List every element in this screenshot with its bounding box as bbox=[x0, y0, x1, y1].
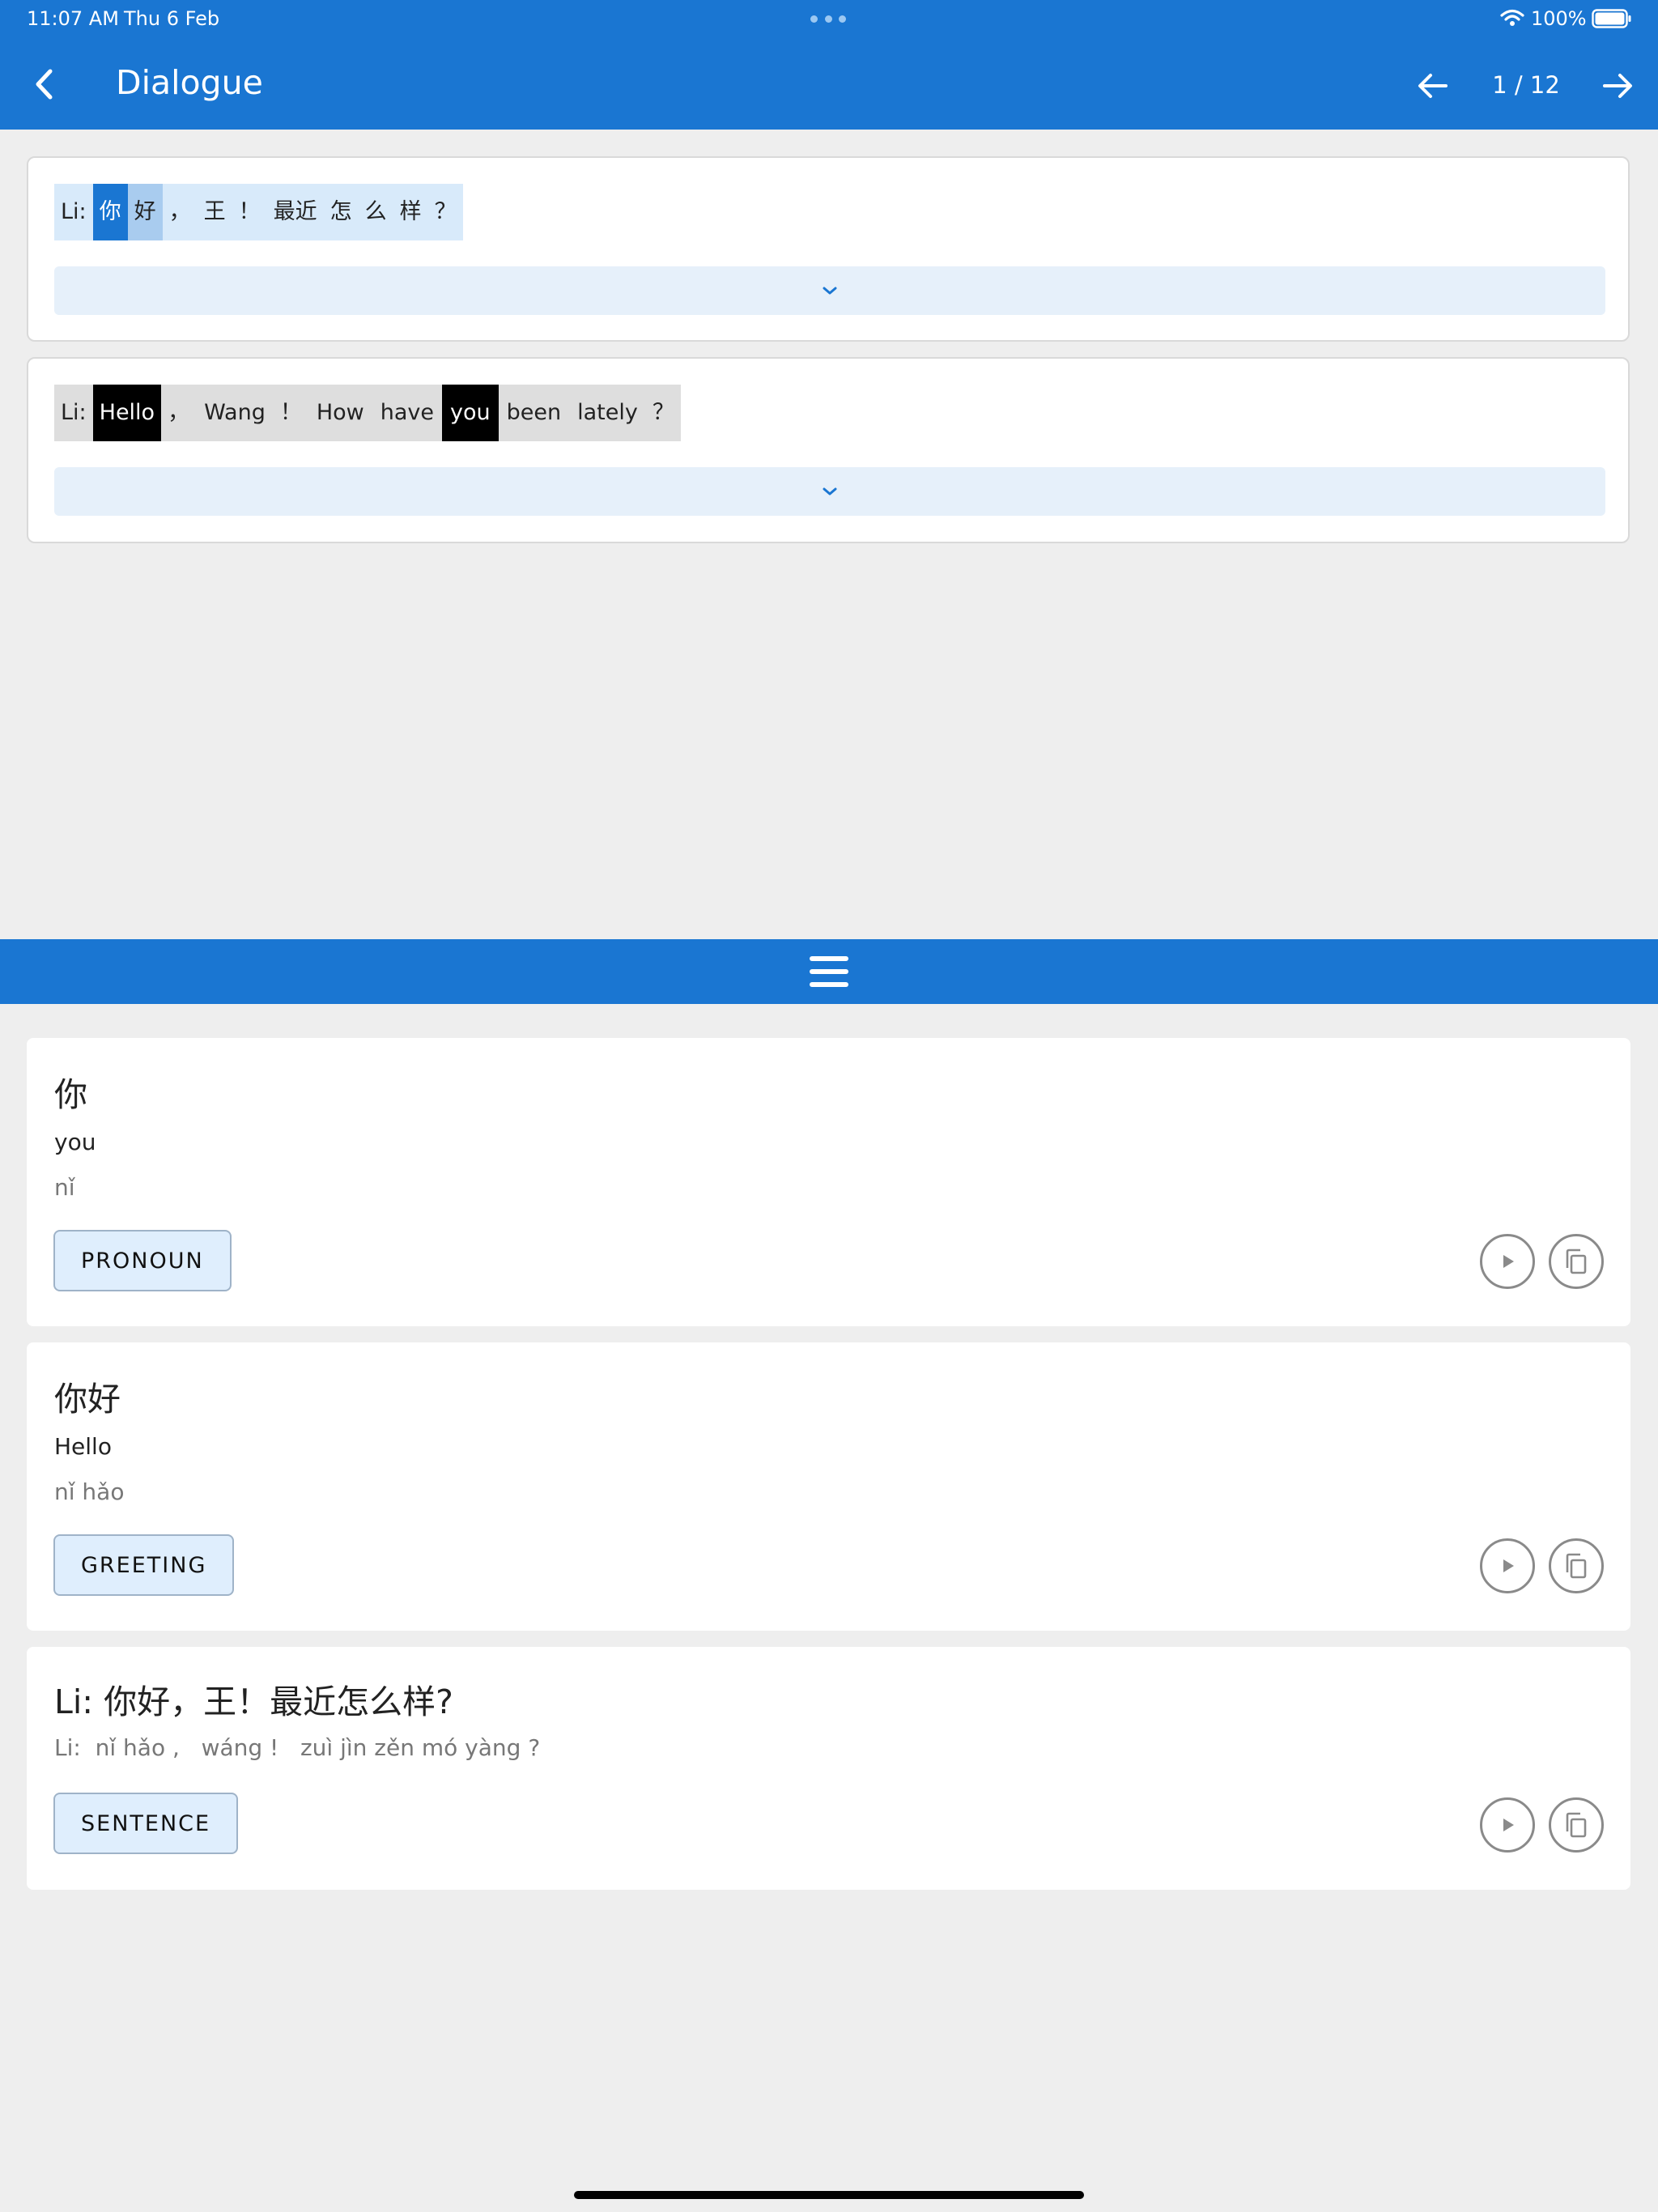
copy-button[interactable] bbox=[1549, 1538, 1604, 1593]
greeting-chip[interactable]: GREETING bbox=[53, 1534, 235, 1596]
copy-button[interactable] bbox=[1549, 1234, 1604, 1289]
word-token-lately[interactable]: lately bbox=[569, 385, 646, 441]
english-token-row: Li: Hello ， Wang ！ How have you been lat… bbox=[54, 385, 681, 441]
word-pinyin: nǐ bbox=[54, 1174, 75, 1201]
word-token-me[interactable]: 么 bbox=[359, 184, 393, 240]
panel-splitter-handle[interactable] bbox=[0, 939, 1658, 1004]
word-meaning: you bbox=[54, 1129, 96, 1155]
status-time: 11:07 AM bbox=[27, 7, 119, 30]
sentence-card: Li: 你好，王！最近怎么样? Li: nǐ hǎo , wáng ! zuì … bbox=[27, 1647, 1630, 1890]
app-header: 11:07 AM Thu 6 Feb 100% Dialogue 1 / 12 bbox=[0, 0, 1658, 130]
word-hanzi: 你 bbox=[54, 1075, 87, 1114]
word-token-hao[interactable]: 好 bbox=[127, 184, 163, 240]
battery-icon bbox=[1592, 9, 1631, 28]
arrow-left-icon bbox=[1418, 74, 1448, 98]
arrow-right-icon bbox=[1603, 74, 1632, 98]
punct-token[interactable]: ？ bbox=[428, 184, 463, 240]
word-hanzi: 你好 bbox=[54, 1380, 121, 1419]
chinese-token-row: Li: 你 好 ， 王 ！ 最近 怎 么 样 ？ bbox=[54, 184, 463, 240]
wifi-icon bbox=[1500, 9, 1524, 26]
word-token-zuijin[interactable]: 最近 bbox=[267, 184, 324, 240]
punct-token[interactable]: ！ bbox=[232, 184, 267, 240]
copy-icon bbox=[1566, 1249, 1587, 1274]
punct-token[interactable]: ？ bbox=[646, 385, 681, 441]
english-sentence-card: Li: Hello ， Wang ！ How have you been lat… bbox=[27, 357, 1630, 543]
copy-icon bbox=[1566, 1812, 1587, 1838]
play-icon bbox=[1503, 1819, 1514, 1831]
back-button[interactable] bbox=[24, 62, 70, 107]
page-title: Dialogue bbox=[116, 63, 263, 102]
previous-page-button[interactable] bbox=[1412, 65, 1454, 107]
pronoun-chip[interactable]: PRONOUN bbox=[53, 1230, 232, 1291]
expand-chinese-button[interactable] bbox=[54, 266, 1605, 315]
word-card-ni: 你 you nǐ PRONOUN bbox=[27, 1038, 1630, 1326]
chevron-down-icon bbox=[823, 487, 837, 496]
word-token-hello[interactable]: Hello bbox=[92, 385, 162, 441]
copy-icon bbox=[1566, 1553, 1587, 1579]
word-token-wang[interactable]: Wang bbox=[196, 385, 274, 441]
multitask-dots-icon[interactable] bbox=[810, 15, 846, 23]
expand-english-button[interactable] bbox=[54, 467, 1605, 516]
sentence-pinyin: Li: nǐ hǎo , wáng ! zuì jìn zěn mó yàng … bbox=[54, 1734, 541, 1761]
word-token-you[interactable]: you bbox=[442, 385, 499, 441]
next-page-button[interactable] bbox=[1596, 65, 1639, 107]
word-meaning: Hello bbox=[54, 1433, 112, 1460]
sentence-chip[interactable]: SENTENCE bbox=[53, 1793, 239, 1854]
speaker-token[interactable]: Li: bbox=[54, 184, 93, 240]
play-icon bbox=[1503, 1255, 1514, 1268]
chevron-down-icon bbox=[823, 287, 837, 295]
copy-button[interactable] bbox=[1549, 1797, 1604, 1853]
word-card-nihao: 你好 Hello nǐ hǎo GREETING bbox=[27, 1342, 1630, 1631]
word-token-zen[interactable]: 怎 bbox=[324, 184, 359, 240]
word-pinyin: nǐ hǎo bbox=[54, 1478, 125, 1505]
play-audio-button[interactable] bbox=[1480, 1797, 1535, 1853]
status-date: Thu 6 Feb bbox=[124, 7, 220, 30]
page-counter: 1 / 12 bbox=[1492, 71, 1560, 99]
word-token-how[interactable]: How bbox=[308, 385, 372, 441]
word-token-have[interactable]: have bbox=[372, 385, 442, 441]
chevron-left-icon bbox=[36, 69, 53, 100]
home-indicator[interactable] bbox=[574, 2191, 1084, 2199]
play-audio-button[interactable] bbox=[1480, 1538, 1535, 1593]
punct-token[interactable]: ， bbox=[161, 385, 196, 441]
battery-percent: 100% bbox=[1531, 7, 1587, 30]
play-icon bbox=[1503, 1559, 1514, 1572]
punct-token[interactable]: ！ bbox=[274, 385, 308, 441]
hamburger-icon bbox=[810, 956, 848, 987]
word-token-ni[interactable]: 你 bbox=[92, 184, 128, 240]
word-token-been[interactable]: been bbox=[499, 385, 569, 441]
word-token-wang[interactable]: 王 bbox=[198, 184, 232, 240]
word-token-yang[interactable]: 样 bbox=[393, 184, 428, 240]
chinese-sentence-card: Li: 你 好 ， 王 ！ 最近 怎 么 样 ？ bbox=[27, 156, 1630, 342]
sentence-text: Li: 你好，王！最近怎么样? bbox=[54, 1682, 453, 1721]
speaker-token[interactable]: Li: bbox=[54, 385, 93, 441]
play-audio-button[interactable] bbox=[1480, 1234, 1535, 1289]
punct-token[interactable]: ， bbox=[163, 184, 198, 240]
